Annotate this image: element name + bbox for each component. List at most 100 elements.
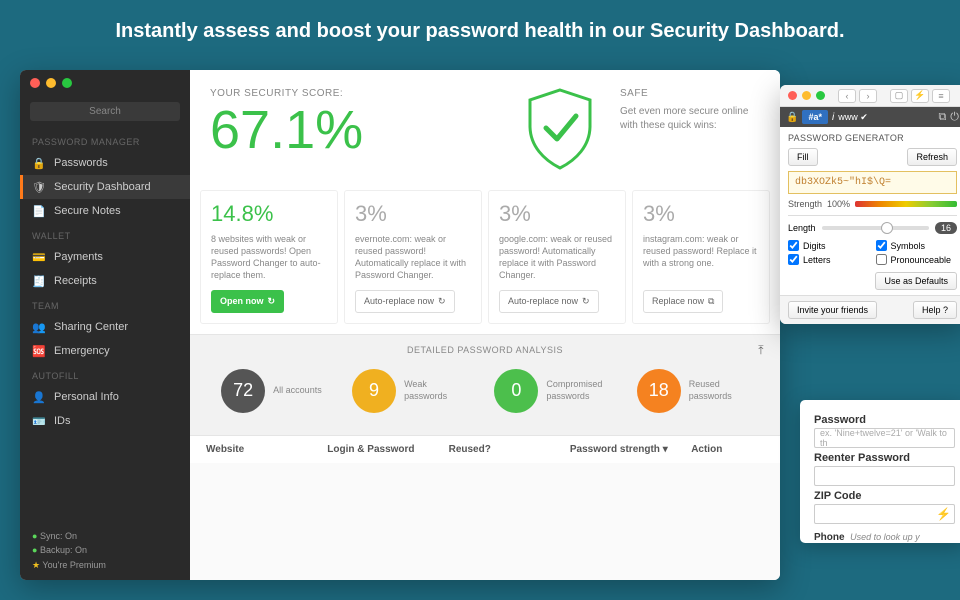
generated-password[interactable]: db3XOZk5~"hI$\Q= bbox=[788, 171, 957, 194]
help-button[interactable]: Help ? bbox=[913, 301, 957, 319]
card-icon: 💳 bbox=[32, 250, 46, 264]
label-phone: Phone bbox=[814, 532, 845, 543]
col-login[interactable]: Login & Password bbox=[327, 444, 448, 455]
circle-label: All accounts bbox=[273, 385, 322, 397]
circle-all-accounts[interactable]: 72All accounts bbox=[221, 369, 322, 413]
circle-value: 18 bbox=[637, 369, 681, 413]
col-website[interactable]: Website bbox=[206, 444, 327, 455]
status-premium: You're Premium bbox=[42, 560, 105, 570]
card-percent: 3% bbox=[355, 201, 471, 227]
safe-text: Get even more secure online with these q… bbox=[620, 105, 760, 133]
tab-generator[interactable]: #a* bbox=[802, 110, 828, 124]
tab-www[interactable]: www ✔ bbox=[838, 112, 868, 123]
person-icon: 👤 bbox=[32, 390, 46, 404]
help-icon: ? bbox=[943, 305, 948, 315]
minimize-icon[interactable] bbox=[46, 78, 56, 88]
col-action[interactable]: Action bbox=[691, 444, 764, 455]
status-dot-icon: ● bbox=[32, 545, 37, 555]
col-strength[interactable]: Password strength ▾ bbox=[570, 444, 691, 455]
replace-button[interactable]: Replace now bbox=[643, 290, 723, 313]
sidebar-item-personal-info[interactable]: 👤 Personal Info bbox=[20, 385, 190, 409]
sidebar-item-security-dashboard[interactable]: 🛡Security Dashboard bbox=[20, 175, 190, 199]
close-icon[interactable] bbox=[788, 91, 797, 100]
sidebar-item-label: Passwords bbox=[54, 157, 108, 169]
card-desc: instagram.com: weak or reused password! … bbox=[643, 233, 759, 282]
window-traffic-lights[interactable] bbox=[30, 78, 72, 88]
status-panel: ● Sync: On ● Backup: On ★ You're Premium bbox=[20, 521, 190, 580]
search-input[interactable]: Search bbox=[30, 102, 180, 121]
label-zip: ZIP Code bbox=[814, 490, 955, 502]
generator-body: PASSWORD GENERATOR Fill Refresh db3XOZk5… bbox=[780, 127, 960, 295]
id-icon: 🪪 bbox=[32, 414, 46, 428]
score-value: 67.1% bbox=[210, 103, 510, 157]
invite-button[interactable]: Invite your friends bbox=[788, 301, 877, 319]
length-slider[interactable] bbox=[822, 226, 929, 230]
auto-replace-button[interactable]: Auto-replace now bbox=[499, 290, 599, 313]
sidebar-item-passwords[interactable]: 🔒Passwords bbox=[20, 151, 190, 175]
sidebar-item-sharing[interactable]: 👥Sharing Center bbox=[20, 315, 190, 339]
sidebar-item-ids[interactable]: 🪪 IDs bbox=[20, 409, 190, 433]
sidebar-item-receipts[interactable]: 🧾Receipts bbox=[20, 269, 190, 293]
card-percent: 3% bbox=[499, 201, 615, 227]
close-icon[interactable] bbox=[30, 78, 40, 88]
opt-letters[interactable]: Letters bbox=[788, 254, 870, 265]
power-icon[interactable]: ⏻ bbox=[950, 111, 959, 124]
circle-compromised[interactable]: 0Compromised passwords bbox=[494, 369, 606, 413]
col-reused[interactable]: Reused? bbox=[449, 444, 570, 455]
sidebar-item-label: Emergency bbox=[54, 345, 110, 357]
opt-digits[interactable]: Digits bbox=[788, 240, 870, 251]
open-now-button[interactable]: Open now bbox=[211, 290, 284, 313]
zoom-icon[interactable] bbox=[62, 78, 72, 88]
menu-icon[interactable]: ≡ bbox=[932, 89, 950, 103]
strength-label: Strength bbox=[788, 199, 822, 209]
label-reenter: Reenter Password bbox=[814, 452, 955, 464]
minimize-icon[interactable] bbox=[802, 91, 811, 100]
safe-label: SAFE bbox=[620, 88, 760, 99]
circle-weak[interactable]: 9Weak passwords bbox=[352, 369, 464, 413]
main-panel: YOUR SECURITY SCORE: 67.1% SAFE Get even… bbox=[190, 70, 780, 580]
collapse-icon[interactable]: ⤒ bbox=[758, 343, 764, 358]
sidebar-item-label: Secure Notes bbox=[54, 205, 121, 217]
forward-icon[interactable]: › bbox=[859, 89, 877, 103]
sidebar-item-emergency[interactable]: 🆘Emergency bbox=[20, 339, 190, 363]
analysis-title: DETAILED PASSWORD ANALYSIS ⤒ bbox=[206, 345, 764, 355]
opt-pronounceable[interactable]: Pronounceable bbox=[876, 254, 958, 265]
use-defaults-button[interactable]: Use as Defaults bbox=[875, 272, 957, 290]
sidebar-item-label: Receipts bbox=[54, 275, 97, 287]
fill-button[interactable]: Fill bbox=[788, 148, 818, 166]
sidebar-item-payments[interactable]: 💳Payments bbox=[20, 245, 190, 269]
note-icon: 📄 bbox=[32, 204, 46, 218]
input-zip[interactable]: ⚡ bbox=[814, 504, 955, 524]
sidebar: Search PASSWORD MANAGER 🔒Passwords 🛡Secu… bbox=[20, 70, 190, 580]
circle-reused[interactable]: 18Reused passwords bbox=[637, 369, 749, 413]
popout-icon[interactable]: ⧉ bbox=[938, 111, 946, 124]
tab-info[interactable]: i bbox=[832, 112, 834, 123]
generator-window: ‹ › ▢ ⚡ ≡ 🔒 #a* i www ✔ ⧉ ⏻ PASSWORD GEN… bbox=[780, 85, 960, 324]
card: 3% evernote.com: weak or reused password… bbox=[344, 190, 482, 324]
auto-replace-button[interactable]: Auto-replace now bbox=[355, 290, 455, 313]
panel-icon[interactable]: ▢ bbox=[890, 89, 908, 103]
section-header: WALLET bbox=[20, 223, 190, 245]
input-password[interactable]: ex. 'Nine+twelve=21' or 'Walk to th bbox=[814, 428, 955, 448]
shield-icon: 🛡 bbox=[32, 180, 46, 194]
sidebar-item-secure-notes[interactable]: 📄 Secure Notes bbox=[20, 199, 190, 223]
status-sync: Sync: On bbox=[40, 531, 77, 541]
refresh-icon bbox=[438, 296, 446, 307]
bolt-icon[interactable]: ⚡ bbox=[911, 89, 929, 103]
zoom-icon[interactable] bbox=[816, 91, 825, 100]
quick-win-cards: 14.8% 8 websites with weak or reused pas… bbox=[190, 184, 780, 334]
input-reenter[interactable] bbox=[814, 466, 955, 486]
autofill-icon[interactable]: ⚡ bbox=[936, 507, 951, 521]
circle-label: Compromised passwords bbox=[546, 379, 606, 402]
sidebar-item-label: Personal Info bbox=[54, 391, 119, 403]
section-header: AUTOFILL bbox=[20, 363, 190, 385]
strength-bar bbox=[855, 201, 957, 207]
back-icon[interactable]: ‹ bbox=[838, 89, 856, 103]
refresh-button[interactable]: Refresh bbox=[907, 148, 957, 166]
length-value: 16 bbox=[935, 222, 957, 234]
circle-label: Weak passwords bbox=[404, 379, 464, 402]
browser-nav: ‹ › bbox=[838, 89, 877, 103]
opt-symbols[interactable]: Symbols bbox=[876, 240, 958, 251]
section-header: PASSWORD MANAGER bbox=[20, 129, 190, 151]
sidebar-item-label: IDs bbox=[54, 415, 71, 427]
